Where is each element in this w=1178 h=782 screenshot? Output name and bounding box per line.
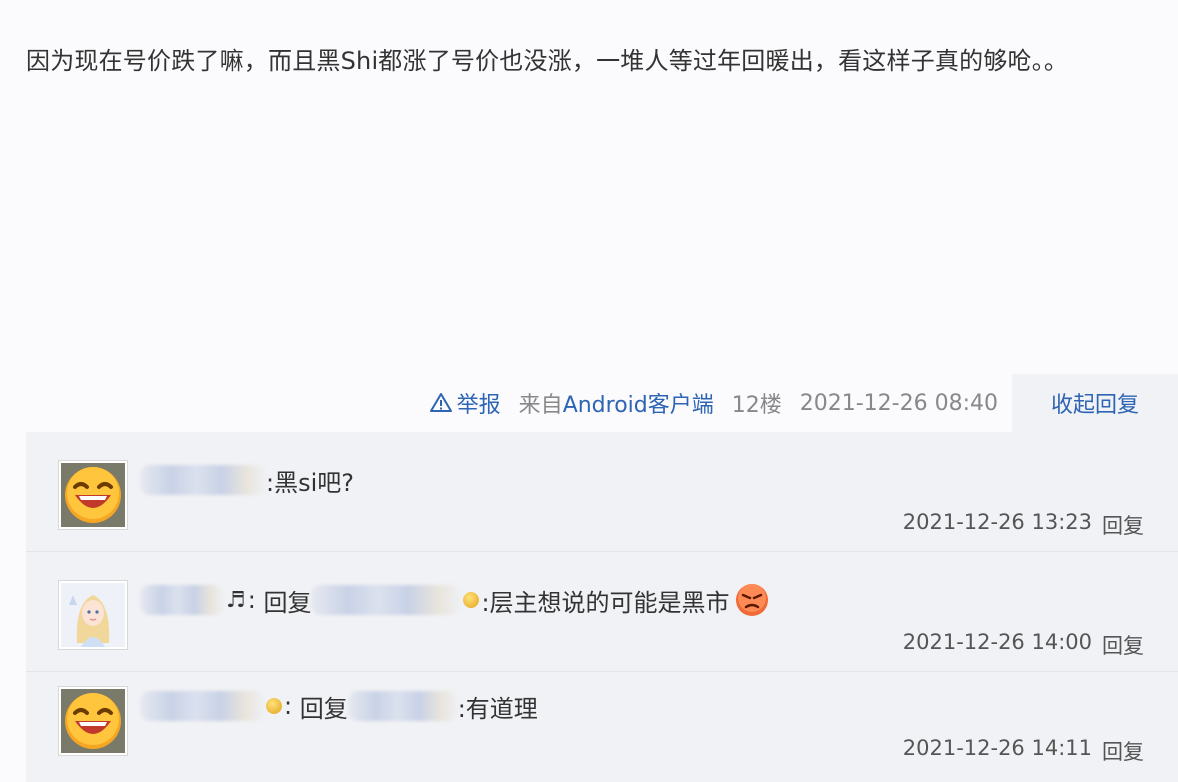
reply-time: 2021-12-26 14:00: [902, 630, 1092, 654]
post-content: 因为现在号价跌了嘛，而且黑Shi都涨了号价也没涨，一堆人等过年回暖出，看这样子真…: [26, 47, 1069, 75]
reply-meta: 2021-12-26 13:23 回复: [903, 510, 1144, 540]
reply-content: ♬ : 回复 :层主想说的可能是黑市: [140, 580, 770, 620]
reply-list: :黑si吧? 2021-12-26 13:23 回复 ♬: 回复:层主想说的…: [26, 432, 1178, 782]
reply-button[interactable]: 回复: [1102, 630, 1144, 660]
post-time: 2021-12-26 08:40: [799, 390, 998, 416]
reply-content: : 回复 :有道理: [140, 686, 538, 726]
report-link[interactable]: 举报: [429, 387, 501, 419]
coin-emoji-icon: [266, 698, 282, 714]
reply-item: : 回复 :有道理 2021-12-26 14:11 回复: [26, 672, 1178, 782]
reply-prefix: 回复: [299, 694, 348, 723]
blurred-username[interactable]: [140, 691, 264, 721]
reply-button[interactable]: 回复: [1102, 736, 1144, 766]
coin-emoji-icon: [463, 592, 480, 608]
warning-icon: [429, 393, 452, 412]
report-label: 举报: [456, 393, 501, 418]
reply-item: :黑si吧? 2021-12-26 13:23 回复: [26, 432, 1178, 552]
blurred-username[interactable]: [140, 465, 266, 495]
music-note-icon: ♬: [226, 587, 246, 613]
reply-prefix: 回复: [263, 588, 312, 617]
source-client-link[interactable]: Android客户端: [563, 393, 714, 418]
laughing-face-icon[interactable]: [58, 460, 128, 530]
angry-face-emoji-icon: [735, 584, 768, 616]
post-meta-info: 举报 来自Android客户端 12楼 2021-12-26 08:40: [429, 374, 998, 432]
reply-meta: 2021-12-26 14:00 回复: [903, 630, 1144, 660]
blurred-mention[interactable]: [311, 585, 462, 615]
blurred-username[interactable]: [140, 585, 224, 615]
floor-number: 12楼: [731, 393, 782, 418]
post-source: 来自Android客户端: [519, 387, 714, 419]
reply-item: ♬ : 回复 :层主想说的可能是黑市 2021-12-26 14:00 回复: [26, 552, 1178, 672]
reply-text: :有道理: [457, 694, 538, 723]
reply-content: :黑si吧?: [140, 460, 354, 500]
anime-girl-avatar-icon[interactable]: [58, 580, 128, 650]
reply-meta: 2021-12-26 14:11 回复: [903, 736, 1144, 766]
collapse-replies-button[interactable]: 收起回复: [1012, 374, 1178, 432]
post-page: 因为现在号价跌了嘛，而且黑Shi都涨了号价也没涨，一堆人等过年回暖出，看这样子真…: [0, 0, 1178, 782]
reply-text: :黑si吧?: [266, 468, 354, 497]
reply-text: :层主想说的可能是黑市: [481, 588, 730, 617]
blurred-mention[interactable]: [347, 691, 458, 721]
reply-button[interactable]: 回复: [1102, 510, 1144, 540]
post-meta-bar: 举报 来自Android客户端 12楼 2021-12-26 08:40 收起回…: [0, 374, 1178, 432]
reply-time: 2021-12-26 14:11: [902, 736, 1092, 760]
reply-time: 2021-12-26 13:23: [902, 510, 1092, 534]
source-prefix: 来自: [518, 393, 563, 418]
laughing-face-icon[interactable]: [58, 686, 128, 756]
